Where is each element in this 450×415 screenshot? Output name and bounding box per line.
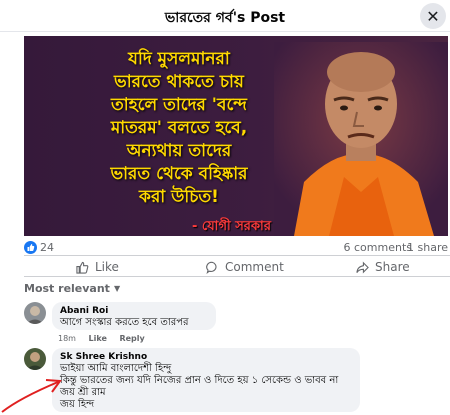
comment-bubble: Abani Roi আগে সংস্কার করতে হবে তারপর [52, 302, 216, 330]
image-quote-line: ভারত থেকে বহিষ্কার [110, 164, 248, 184]
sort-label: Most relevant [24, 282, 110, 295]
comment-reply-link[interactable]: Reply [119, 334, 144, 343]
comment-button[interactable]: Comment [206, 258, 284, 276]
comment-author[interactable]: Sk Shree Krishno [60, 352, 352, 363]
caret-down-icon: ▼ [113, 284, 121, 293]
image-caption: - যোগী সরকার [192, 219, 271, 234]
comment-time[interactable]: 18m [58, 334, 76, 343]
share-icon [356, 261, 369, 273]
comment-author[interactable]: Abani Roi [60, 306, 208, 317]
person-photo [274, 42, 448, 236]
like-count[interactable]: 24 [40, 241, 54, 254]
sort-comments-dropdown[interactable]: Most relevant ▼ [24, 282, 120, 295]
like-reaction-icon[interactable] [24, 241, 37, 254]
image-quote-line: ভারতে থাকতে চায় [114, 72, 244, 92]
comment-label: Comment [225, 260, 284, 274]
comments-count[interactable]: 6 comments [344, 241, 413, 254]
like-button[interactable]: Like [76, 258, 119, 276]
image-quote-line: যদি মুসলমানরা [128, 49, 230, 69]
image-quote-line: তাহলে তাদের 'বন্দে [111, 95, 247, 115]
post-actions: Like Comment Share [24, 255, 450, 277]
image-quote: যদি মুসলমানরা ভারতে থাকতে চায় তাহলে তাদ… [84, 48, 274, 209]
thumbs-up-icon [76, 261, 89, 274]
avatar[interactable] [24, 348, 46, 370]
comment-text-line: জয় হিন্দ [60, 399, 95, 410]
close-button[interactable]: ✕ [420, 3, 446, 29]
image-quote-line: করা উচিত! [139, 187, 219, 207]
image-quote-line: মাতরম' বলতে হবে, [110, 118, 248, 138]
comment-meta: 18m Like Reply [58, 334, 155, 343]
post-title: ভারতের গর্ব's Post [164, 10, 286, 26]
post-image[interactable]: যদি মুসলমানরা ভারতে থাকতে চায় তাহলে তাদ… [24, 36, 448, 236]
comment-text-line: কিন্তু ভারতের জন্য যদি নিজের প্রান ও দিত… [60, 375, 339, 386]
comment-item: Abani Roi আগে সংস্কার করতে হবে তারপর 18m… [24, 302, 444, 344]
close-icon: ✕ [426, 6, 440, 26]
comment-bubble: Sk Shree Krishno ভাইয়া আমি বাংলাদেশী হি… [52, 348, 360, 412]
post-header: ভারতের গর্ব's Post ✕ [0, 0, 450, 32]
shares-count[interactable]: 1 share [407, 241, 448, 254]
comment-icon [206, 261, 217, 274]
image-quote-line: অন্যথায় তাদের [126, 141, 232, 161]
share-button[interactable]: Share [356, 258, 410, 276]
comment-item: Sk Shree Krishno ভাইয়া আমি বাংলাদেশী হি… [24, 348, 444, 414]
comment-text-line: ভাইয়া আমি বাংলাদেশী হিন্দু [60, 363, 172, 374]
share-label: Share [375, 260, 410, 274]
avatar[interactable] [24, 302, 46, 324]
comment-text-line: জয় শ্রী রাম [60, 387, 106, 398]
like-label: Like [95, 260, 119, 274]
comment-like-link[interactable]: Like [89, 334, 107, 343]
comment-text: আগে সংস্কার করতে হবে তারপর [60, 317, 189, 328]
